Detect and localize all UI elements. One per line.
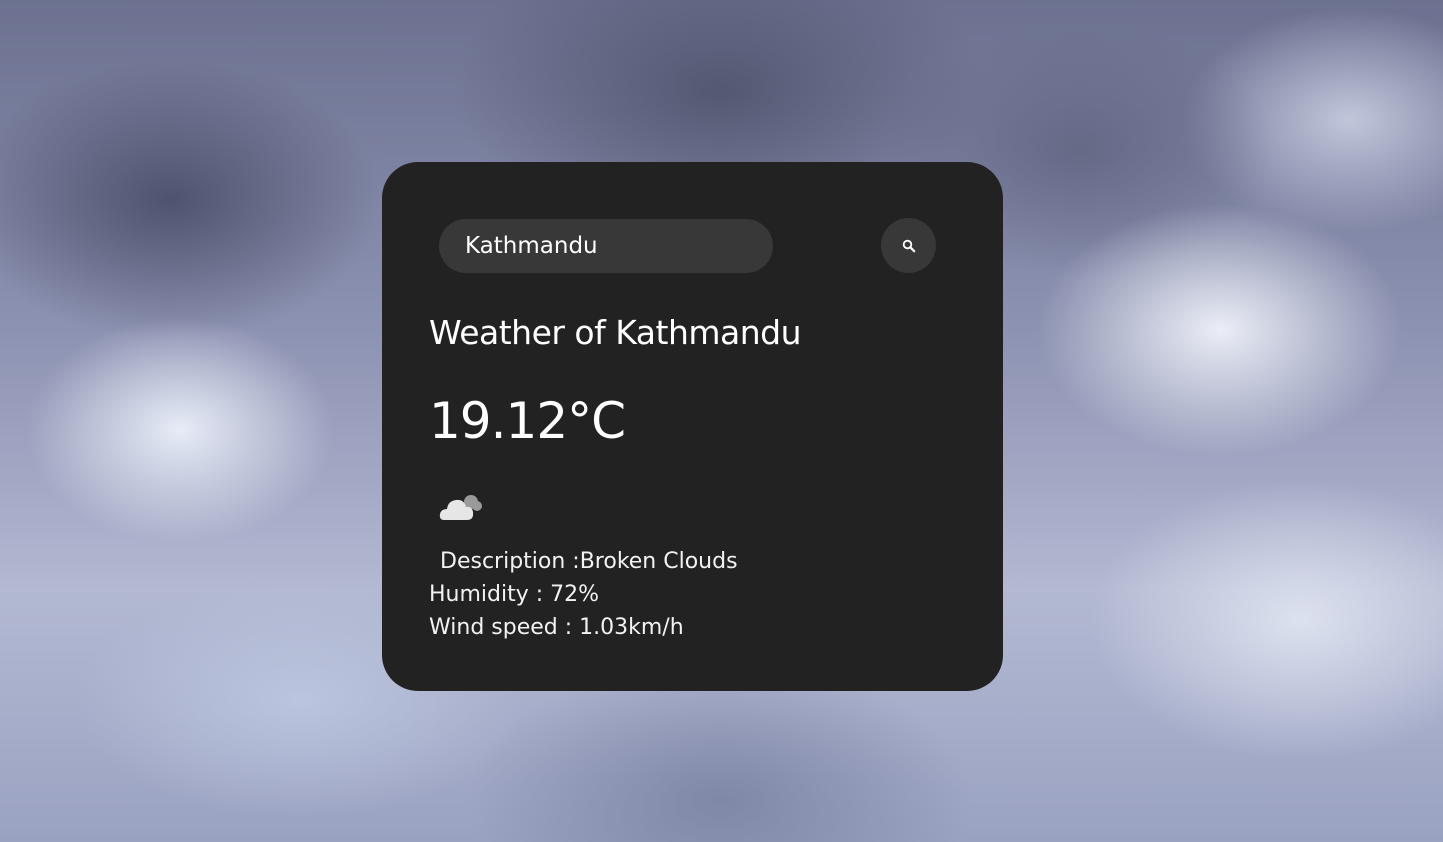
city-search-input[interactable] bbox=[439, 219, 773, 273]
wind-speed-text: Wind speed : 1.03km/h bbox=[429, 615, 684, 640]
humidity-text: Humidity : 72% bbox=[429, 582, 600, 607]
temperature: 19.12°C bbox=[429, 392, 626, 450]
search-button[interactable] bbox=[881, 218, 936, 273]
cloud-icon bbox=[439, 495, 482, 520]
weather-details: Description :Broken Clouds Humidity : 72… bbox=[429, 545, 738, 644]
search-icon bbox=[902, 239, 915, 252]
description-text: Description :Broken Clouds bbox=[440, 549, 738, 574]
page-background: Weather of Kathmandu 19.12°C Description… bbox=[0, 0, 1443, 842]
weather-card: Weather of Kathmandu 19.12°C Description… bbox=[382, 162, 1003, 691]
city-title: Weather of Kathmandu bbox=[429, 313, 802, 352]
